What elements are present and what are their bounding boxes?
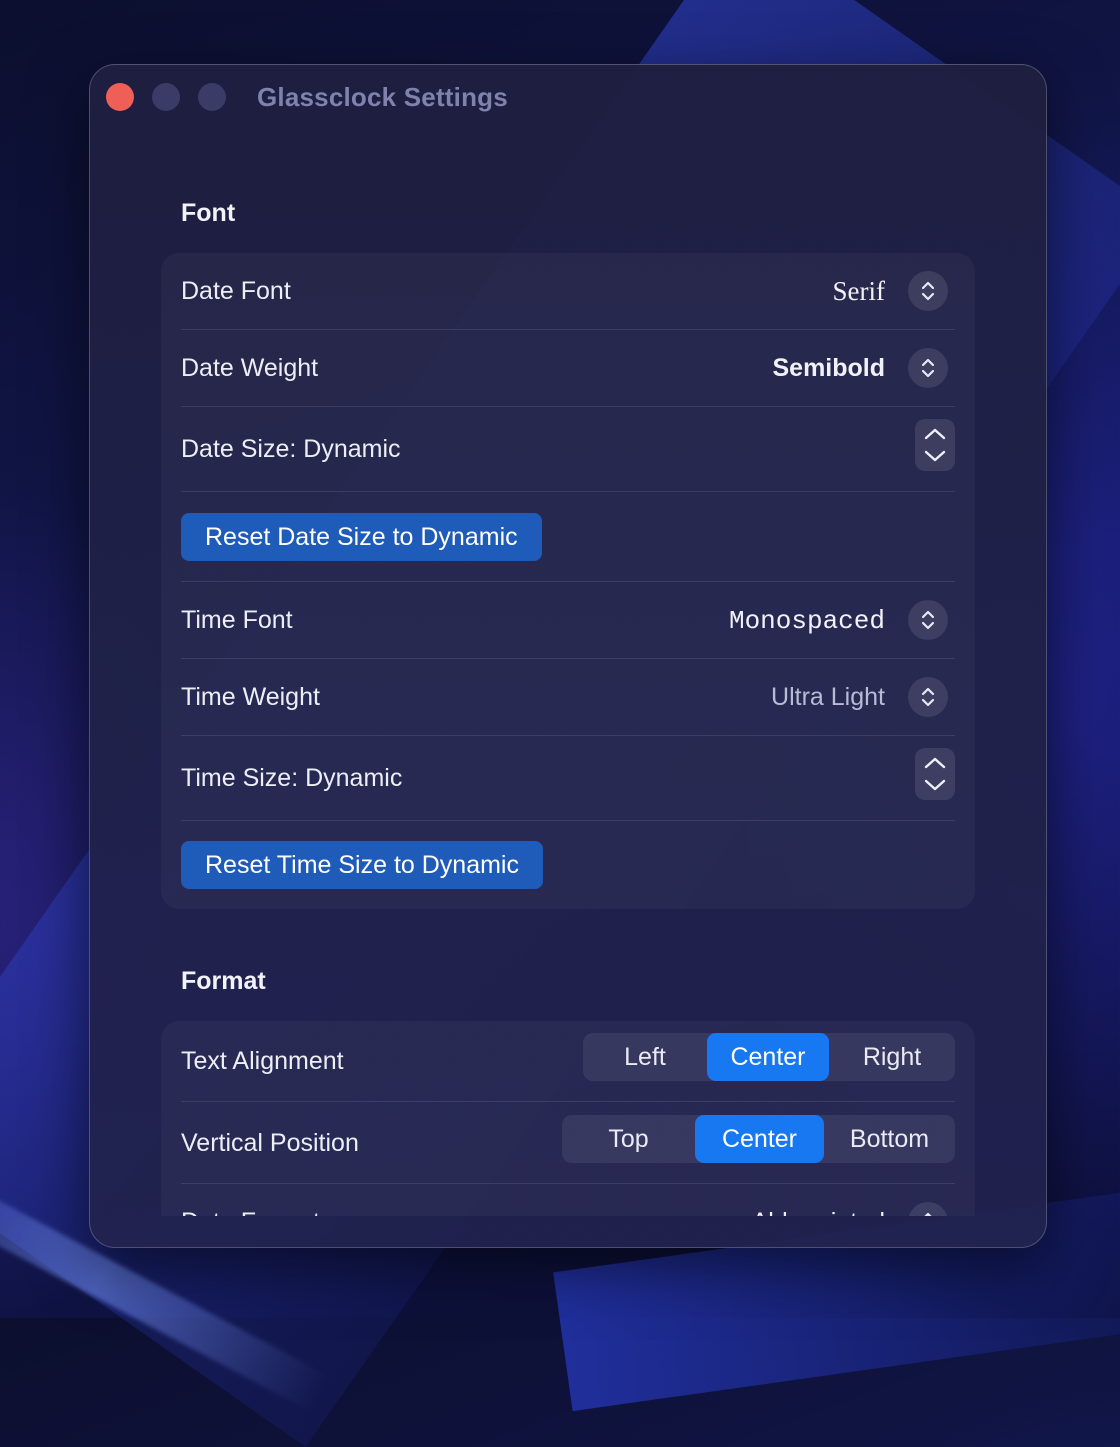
time-size-stepper[interactable] bbox=[915, 748, 955, 800]
date-size-row: Date Size: Dynamic bbox=[181, 407, 955, 492]
font-settings-card: Date Font Serif Date Weight Semibold Dat… bbox=[161, 253, 975, 909]
date-format-popup-button[interactable] bbox=[908, 1202, 948, 1216]
settings-content[interactable]: Font Date Font Serif Date Weight Semibol… bbox=[90, 185, 1046, 1216]
date-font-row: Date Font Serif bbox=[181, 253, 955, 330]
text-alignment-right[interactable]: Right bbox=[829, 1033, 955, 1081]
chevron-up-down-icon bbox=[921, 687, 935, 707]
time-font-row: Time Font Monospaced bbox=[181, 582, 955, 659]
chevron-up-down-icon bbox=[924, 1212, 932, 1216]
chevron-down-icon bbox=[924, 779, 946, 791]
vertical-position-top[interactable]: Top bbox=[562, 1115, 695, 1163]
reset-time-row: Reset Time Size to Dynamic bbox=[181, 821, 955, 909]
time-size-decrement[interactable] bbox=[915, 774, 955, 796]
vertical-position-segmented-control[interactable]: Top Center Bottom bbox=[562, 1115, 955, 1163]
date-weight-value[interactable]: Semibold bbox=[772, 354, 885, 383]
date-format-row: Date Format Abbreviated bbox=[181, 1184, 955, 1216]
time-size-increment[interactable] bbox=[915, 752, 955, 774]
date-size-label: Date Size: Dynamic bbox=[181, 435, 401, 463]
chevron-up-icon bbox=[924, 428, 946, 440]
time-weight-row: Time Weight Ultra Light bbox=[181, 659, 955, 736]
text-alignment-row: Text Alignment Left Center Right bbox=[181, 1021, 955, 1102]
zoom-window-button[interactable] bbox=[198, 83, 226, 111]
chevron-up-down-icon bbox=[921, 610, 935, 630]
date-size-stepper[interactable] bbox=[915, 419, 955, 471]
date-weight-popup-button[interactable] bbox=[908, 348, 948, 388]
text-alignment-left[interactable]: Left bbox=[583, 1033, 707, 1081]
text-alignment-label: Text Alignment bbox=[181, 1047, 344, 1075]
time-font-label: Time Font bbox=[181, 606, 293, 634]
vertical-position-label: Vertical Position bbox=[181, 1128, 359, 1157]
time-font-popup-button[interactable] bbox=[908, 600, 948, 640]
time-size-label: Time Size: Dynamic bbox=[181, 764, 403, 792]
time-weight-label: Time Weight bbox=[181, 683, 320, 711]
vertical-position-row: Vertical Position Top Center Bottom bbox=[181, 1102, 955, 1184]
chevron-up-down-icon bbox=[921, 281, 935, 301]
section-heading-font: Font bbox=[181, 199, 236, 227]
text-alignment-center[interactable]: Center bbox=[707, 1033, 829, 1081]
date-weight-label: Date Weight bbox=[181, 354, 319, 382]
minimize-window-button[interactable] bbox=[152, 83, 180, 111]
date-size-decrement[interactable] bbox=[915, 445, 955, 467]
reset-time-size-button[interactable]: Reset Time Size to Dynamic bbox=[181, 841, 543, 889]
vertical-position-center[interactable]: Center bbox=[695, 1115, 824, 1163]
close-window-button[interactable] bbox=[106, 83, 134, 111]
chevron-up-down-icon bbox=[921, 358, 935, 378]
date-weight-row: Date Weight Semibold bbox=[181, 330, 955, 407]
date-format-value[interactable]: Abbreviated bbox=[752, 1208, 885, 1216]
format-settings-card: Text Alignment Left Center Right Vertica… bbox=[161, 1021, 975, 1216]
date-font-value[interactable]: Serif bbox=[833, 276, 885, 307]
reset-date-row: Reset Date Size to Dynamic bbox=[181, 492, 955, 582]
window-title: Glassclock Settings bbox=[257, 82, 508, 112]
vertical-position-bottom[interactable]: Bottom bbox=[824, 1115, 955, 1163]
date-font-label: Date Font bbox=[181, 277, 291, 305]
time-size-row: Time Size: Dynamic bbox=[181, 736, 955, 821]
date-font-popup-button[interactable] bbox=[908, 271, 948, 311]
date-size-increment[interactable] bbox=[915, 423, 955, 445]
text-alignment-segmented-control[interactable]: Left Center Right bbox=[583, 1033, 955, 1081]
section-heading-format: Format bbox=[181, 967, 266, 995]
time-weight-popup-button[interactable] bbox=[908, 677, 948, 717]
time-weight-value[interactable]: Ultra Light bbox=[771, 683, 885, 712]
time-font-value[interactable]: Monospaced bbox=[729, 606, 885, 636]
chevron-up-icon bbox=[924, 757, 946, 769]
settings-window: Glassclock Settings Font Date Font Serif… bbox=[89, 64, 1047, 1248]
date-format-label: Date Format bbox=[181, 1208, 320, 1216]
chevron-down-icon bbox=[924, 450, 946, 462]
reset-date-size-button[interactable]: Reset Date Size to Dynamic bbox=[181, 513, 542, 561]
